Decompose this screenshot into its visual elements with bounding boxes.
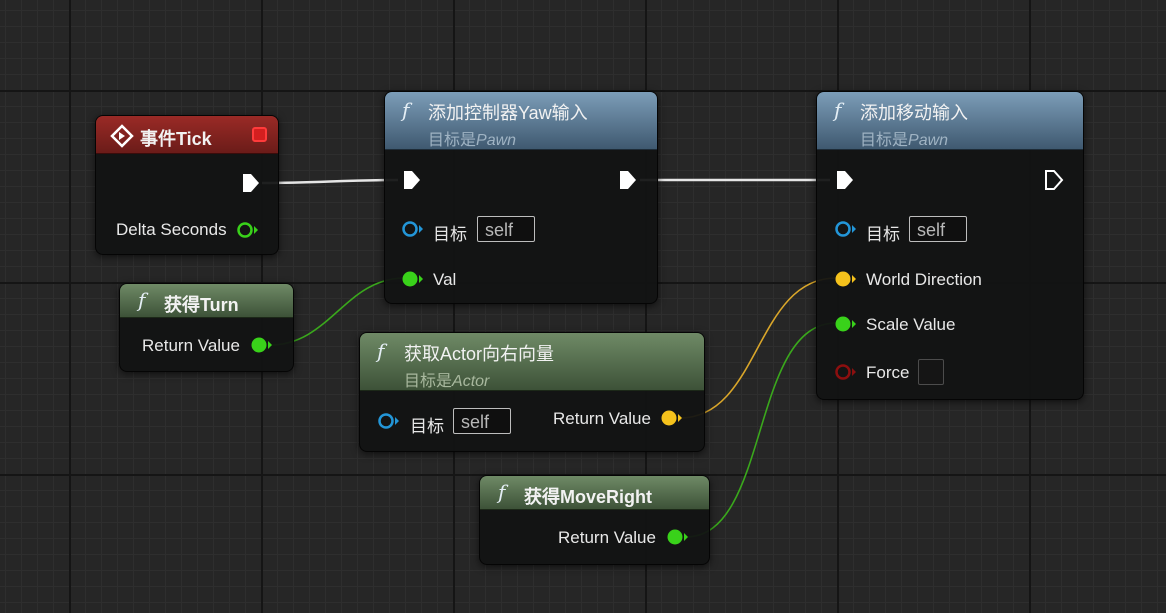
add-yaw-subtitle: 目标是Pawn: [428, 132, 517, 149]
function-icon: f: [377, 339, 385, 363]
get-actor-right-subtitle: 目标是Actor: [404, 373, 490, 390]
scale-value-label: Scale Value: [866, 315, 956, 334]
target-label: 目标: [866, 225, 900, 244]
function-icon: f: [498, 480, 506, 504]
event-tick-node[interactable]: 事件Tick Delta Seconds: [95, 115, 279, 255]
turn-return-label: Return Value: [142, 336, 240, 355]
target-pin[interactable]: [401, 219, 425, 239]
exec-wire-tick-to-yaw[interactable]: [261, 178, 399, 185]
get-actor-right-vector-node[interactable]: f 获取Actor向右向量 目标是Actor 目标 self Return Va…: [359, 332, 705, 452]
get-turn-title: 获得Turn: [164, 295, 239, 315]
get-actor-right-header: f 获取Actor向右向量 目标是Actor: [360, 333, 704, 391]
delta-seconds-pin[interactable]: [236, 220, 260, 240]
add-movement-title: 添加移动输入: [860, 103, 968, 123]
force-pin[interactable]: [834, 362, 858, 382]
exec-out-pin-empty[interactable]: [1043, 169, 1065, 191]
function-icon: f: [402, 98, 410, 122]
target-label: 目标: [433, 225, 467, 244]
get-moveright-header: f 获得MoveRight: [480, 476, 709, 510]
exec-in-pin[interactable]: [834, 169, 856, 191]
add-yaw-header: f 添加控制器Yaw输入 目标是Pawn: [385, 92, 657, 150]
vector-return-pin[interactable]: [660, 408, 684, 428]
stop-icon[interactable]: [252, 127, 267, 142]
get-turn-header: f 获得Turn: [120, 284, 293, 318]
val-label: Val: [433, 270, 457, 289]
target-self-field[interactable]: self: [453, 408, 511, 434]
moveright-return-label: Return Value: [558, 528, 656, 547]
target-pin[interactable]: [834, 219, 858, 239]
exec-in-pin[interactable]: [401, 169, 423, 191]
add-yaw-input-node[interactable]: f 添加控制器Yaw输入 目标是Pawn 目标 self Val: [384, 91, 658, 304]
turn-return-pin[interactable]: [250, 335, 274, 355]
scale-value-pin[interactable]: [834, 314, 858, 334]
target-self-field[interactable]: self: [477, 216, 535, 242]
val-pin[interactable]: [401, 269, 425, 289]
force-label: Force: [866, 363, 910, 382]
get-turn-node[interactable]: f 获得Turn Return Value: [119, 283, 294, 372]
event-tick-title: 事件Tick: [140, 129, 212, 149]
force-checkbox[interactable]: [918, 359, 944, 385]
add-movement-input-node[interactable]: f 添加移动输入 目标是Pawn 目标 self World Direction…: [816, 91, 1084, 400]
add-movement-subtitle: 目标是Pawn: [860, 132, 949, 149]
world-direction-label: World Direction: [866, 270, 982, 289]
get-moveright-title: 获得MoveRight: [524, 487, 652, 507]
exec-out-pin[interactable]: [240, 172, 262, 194]
moveright-return-pin[interactable]: [666, 527, 690, 547]
event-tick-header: 事件Tick: [96, 116, 278, 154]
function-icon: f: [834, 98, 842, 122]
add-yaw-title: 添加控制器Yaw输入: [428, 103, 588, 123]
actor-right-return-label: Return Value: [553, 409, 651, 428]
delta-seconds-label: Delta Seconds: [116, 220, 227, 239]
get-actor-right-title: 获取Actor向右向量: [404, 344, 555, 364]
add-movement-header: f 添加移动输入 目标是Pawn: [817, 92, 1083, 150]
target-label: 目标: [410, 417, 444, 436]
event-diamond-icon: [110, 124, 134, 148]
exec-out-pin[interactable]: [617, 169, 639, 191]
get-moveright-node[interactable]: f 获得MoveRight Return Value: [479, 475, 710, 565]
target-self-field[interactable]: self: [909, 216, 967, 242]
world-direction-pin[interactable]: [834, 269, 858, 289]
target-pin[interactable]: [377, 411, 401, 431]
function-icon: f: [138, 288, 146, 312]
